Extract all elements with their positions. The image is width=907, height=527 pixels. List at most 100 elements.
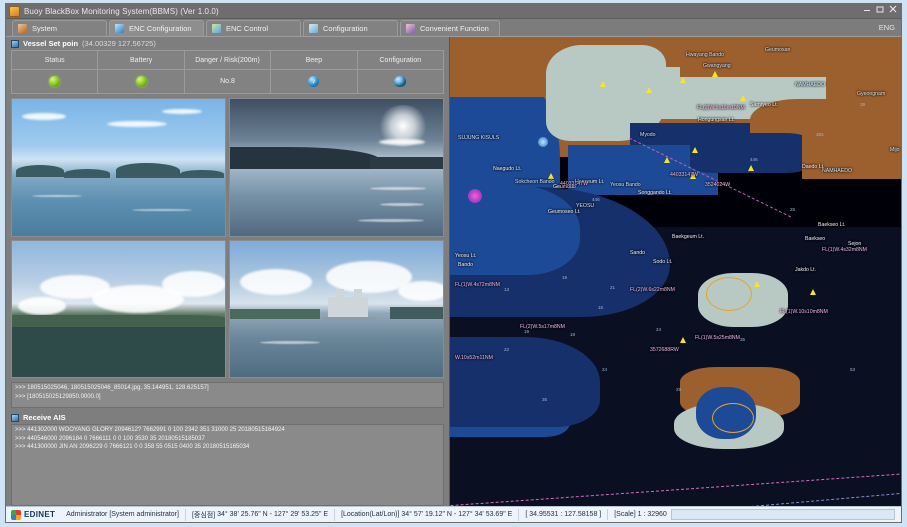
map-label: Yeosu Lt. (455, 253, 477, 259)
vessel-setpoint-bar: Vessel Set poin (34.00329 127.56725) (6, 37, 449, 50)
status-table-value-row: No.8 ♪ (12, 70, 444, 94)
map-sounding-depth: 13 (504, 287, 510, 292)
tab-label: ENC Configuration (129, 24, 192, 33)
map-sounding-depth: 29 (676, 387, 682, 392)
edinet-brand: EDINET (24, 510, 56, 519)
map-sounding-depth: 22 (504, 347, 510, 352)
center-point-label: [중심점] (191, 511, 216, 519)
cell-battery (98, 70, 185, 94)
tab-enc-configuration[interactable]: ENC Configuration (109, 20, 204, 36)
status-center-point: [중심점] 34° 38' 25.76" N - 127° 29' 53.25"… (184, 508, 334, 521)
ais-line: >>> 441302000 WOOYANG GLORY 2094612? 766… (15, 427, 285, 433)
map-label: Hongungsan Lt. (698, 117, 735, 123)
status-table-header-row: Status Battery Danger / Risk(200m) Beep … (12, 51, 444, 70)
main-tab-strip[interactable]: System ENC Configuration ENC Control Con… (6, 19, 901, 37)
map-label: NAMHAEDO (822, 168, 852, 174)
enc-chart-panel[interactable]: SUJUNG KISULS YEOSU Yeosu Bando Myodo Geumos… (449, 37, 901, 506)
tab-configuration[interactable]: Configuration (303, 20, 398, 36)
status-scale[interactable]: [Scale] 1 : 32960 (607, 509, 901, 520)
header-beep: Beep (271, 51, 358, 70)
tab-convenient-function[interactable]: Convenient Function (400, 20, 500, 36)
map-label: Bando (458, 262, 474, 268)
map-label: Gyeongnam (857, 91, 886, 97)
map-label: NAMHAEDO (795, 82, 825, 88)
map-sounding-depth: 24 (602, 367, 608, 372)
receive-ais-header: Receive AIS (6, 411, 449, 424)
map-label: Sokcheon Bando (515, 179, 555, 185)
header-status: Status (12, 51, 99, 70)
map-label: Geumoseo Lt. (548, 209, 581, 215)
convenient-icon (406, 24, 415, 33)
map-label: Myodo (640, 132, 656, 138)
scale-input[interactable] (670, 509, 895, 520)
center-point-value: 34° 38' 25.76" N - 127° 29' 53.25" E (217, 511, 329, 518)
vessel-setpoint-coords: (34.00329 127.56725) (82, 39, 156, 48)
map-sounding-depth: 19 (524, 329, 530, 334)
map-label: 44033147W (670, 172, 698, 178)
photo-top-right[interactable] (229, 98, 444, 237)
tab-enc-control[interactable]: ENC Control (206, 20, 301, 36)
map-label: 3572688RW (650, 347, 679, 353)
main-body: Vessel Set poin (34.00329 127.56725) Sta… (6, 37, 901, 506)
cell-configuration[interactable] (357, 70, 444, 94)
window-controls[interactable] (863, 5, 897, 13)
map-label: 3524024W (705, 182, 731, 188)
map-label: Hwayang Bando (686, 52, 725, 58)
status-bar: EDINET Administrator [System administrat… (6, 506, 901, 522)
tab-label: Convenient Function (420, 24, 489, 33)
edinet-mark-icon (11, 509, 21, 520)
map-label: Geumosan (765, 47, 791, 53)
language-indicator[interactable]: ENG (879, 23, 895, 32)
beep-icon[interactable]: ♪ (308, 76, 320, 87)
tab-label: System (32, 24, 58, 33)
map-label: Sodo Lt. (653, 259, 673, 265)
vessel-setpoint-label: Vessel Set poin (23, 39, 79, 48)
battery-led-icon (135, 76, 147, 87)
header-configuration: Configuration (357, 51, 444, 70)
status-table: Status Battery Danger / Risk(200m) Beep … (11, 50, 444, 94)
window-title: Buoy BlackBox Monitoring System(BBMS) (V… (24, 6, 219, 16)
map-label: Jakdo Lt. (795, 267, 817, 273)
map-label: Baekseo (805, 236, 826, 242)
enc-map-canvas[interactable]: SUJUNG KISULS YEOSU Yeosu Bando Myodo Geumos… (450, 37, 901, 506)
map-label: FL(1)W.4s72m8NM (455, 282, 500, 288)
map-label: Yeosu Bando (610, 182, 641, 188)
map-sounding-depth: 21 (610, 285, 616, 290)
location-value: 34° 57' 19.12" N - 127° 34' 53.69" E (401, 511, 513, 518)
map-sounding-depth: 19 (562, 275, 568, 280)
receive-ais-box[interactable]: >>> 441302000 WOOYANG GLORY 2094612? 766… (11, 424, 444, 506)
map-label: Baekgeum Lt. (672, 234, 705, 240)
photo-top-left[interactable] (11, 98, 226, 237)
close-icon[interactable] (889, 5, 897, 13)
map-label: FL(1)W.10s10m8NM (780, 309, 828, 315)
camera-photo-grid (11, 98, 444, 378)
status-decimal-coords: [ 34.95531 : 127.58158 ] (518, 508, 607, 521)
map-label: Songgando Lt. (638, 190, 672, 196)
map-label: Samryeo Lt. (750, 102, 778, 108)
cell-beep[interactable]: ♪ (271, 70, 358, 94)
left-panel: Vessel Set poin (34.00329 127.56725) Sta… (6, 37, 449, 506)
map-label: W.10s52m11NM (455, 355, 493, 361)
map-label: FL(2)W.5s16m10NM (697, 105, 745, 111)
scale-label: [Scale] (614, 511, 636, 518)
configuration-globe-icon[interactable] (394, 76, 407, 87)
photo-bottom-right[interactable] (229, 239, 444, 378)
restore-icon[interactable] (876, 5, 884, 13)
application-window: Buoy BlackBox Monitoring System(BBMS) (V… (5, 3, 902, 523)
status-user: Administrator [System administrator] (66, 511, 179, 518)
map-sounding-depth: 446 (592, 197, 600, 202)
tab-label: Configuration (323, 24, 368, 33)
photo-bottom-left[interactable] (11, 239, 226, 378)
map-label: Baekseo Lt. (818, 222, 846, 228)
map-sounding-depth: 28 (790, 207, 796, 212)
vessel-icon (11, 39, 19, 48)
system-icon (18, 24, 27, 33)
minimize-icon[interactable] (863, 5, 871, 13)
map-label: Naegudo Lt. (493, 166, 522, 172)
map-label: SUJUNG KISULS (458, 135, 500, 141)
enc-config-icon (115, 24, 124, 33)
image-log-box[interactable]: >>> 180515025046, 180515025046_85014.jpg… (11, 382, 444, 408)
header-danger: Danger / Risk(200m) (184, 51, 272, 70)
tab-system[interactable]: System (12, 20, 107, 36)
location-label: [Location(Lat/Lon)] (341, 511, 400, 518)
